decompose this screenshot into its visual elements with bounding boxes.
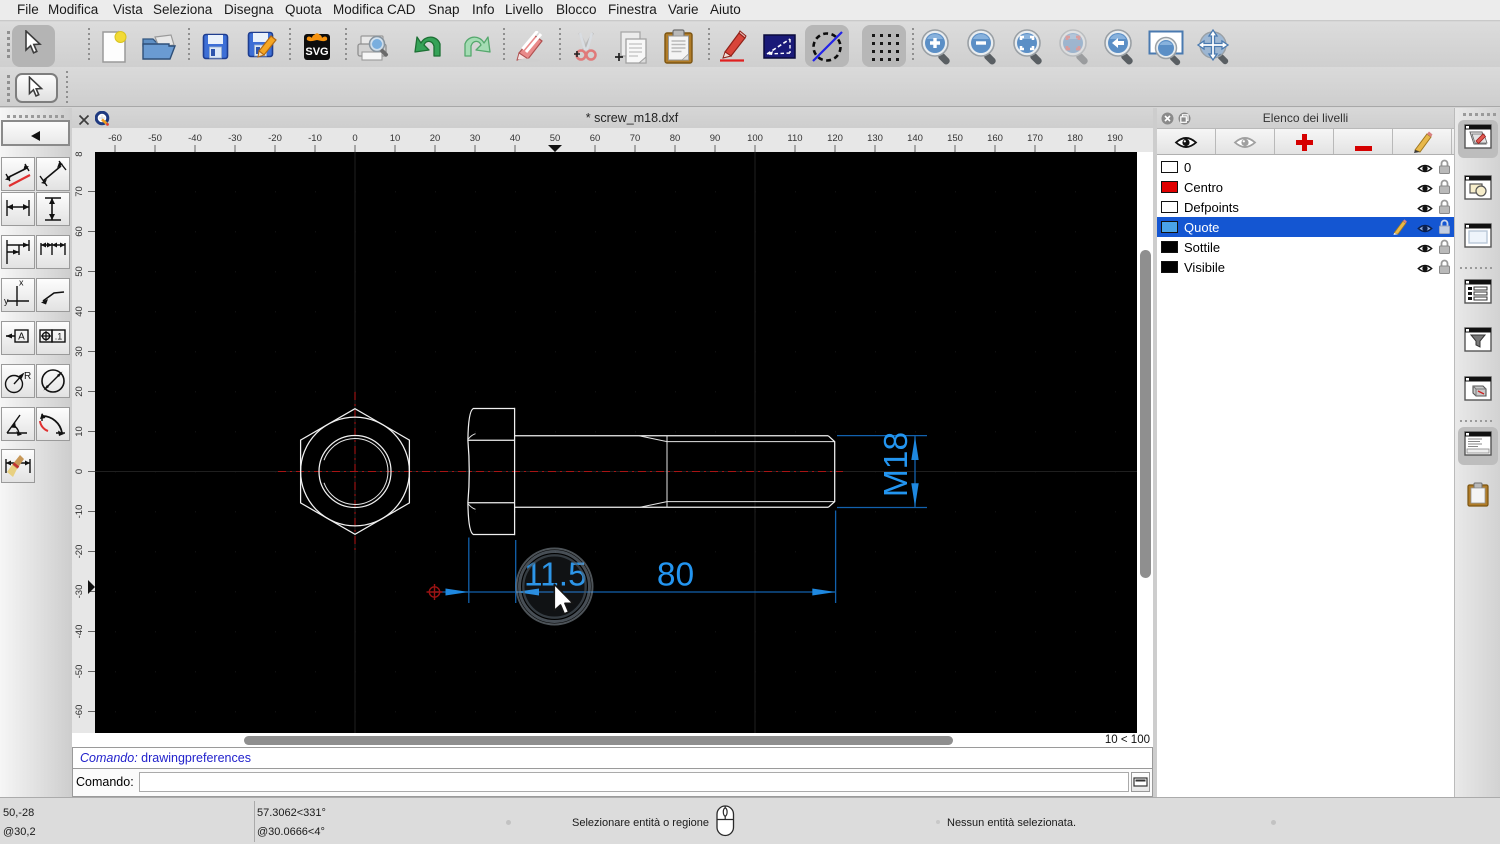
svg-text:-50: -50 — [148, 133, 162, 144]
svg-text:70: 70 — [74, 186, 85, 197]
svg-text:170: 170 — [1027, 133, 1043, 144]
svg-text:-40: -40 — [188, 133, 202, 144]
svg-text:180: 180 — [1067, 133, 1083, 144]
svg-text:60: 60 — [74, 226, 85, 237]
svg-text:x: x — [19, 280, 24, 288]
svg-text:10: 10 — [390, 133, 401, 144]
svg-text:-10: -10 — [74, 505, 85, 519]
svg-text:y: y — [4, 296, 9, 306]
svg-text:0: 0 — [74, 469, 85, 474]
svg-text:A: A — [18, 332, 25, 343]
svg-text:-20: -20 — [74, 545, 85, 559]
svg-text:-20: -20 — [268, 133, 282, 144]
svg-text:SVG: SVG — [305, 46, 328, 58]
svg-text:-60: -60 — [108, 133, 122, 144]
svg-text:R: R — [24, 371, 31, 382]
svg-text:-60: -60 — [74, 705, 85, 719]
svg-text:40: 40 — [510, 133, 521, 144]
svg-text:50: 50 — [74, 266, 85, 277]
svg-text:20: 20 — [74, 386, 85, 397]
svg-text:100: 100 — [747, 133, 763, 144]
svg-text:-40: -40 — [74, 625, 85, 639]
svg-text:10: 10 — [74, 426, 85, 437]
svg-text:M18: M18 — [878, 432, 915, 497]
svg-text:0: 0 — [352, 133, 357, 144]
svg-text:50: 50 — [550, 133, 561, 144]
svg-text:70: 70 — [630, 133, 641, 144]
svg-text:30: 30 — [470, 133, 481, 144]
svg-text:140: 140 — [907, 133, 923, 144]
svg-text:150: 150 — [947, 133, 963, 144]
svg-text:60: 60 — [590, 133, 601, 144]
svg-text:40: 40 — [74, 306, 85, 317]
svg-text:90: 90 — [710, 133, 721, 144]
svg-text:-10: -10 — [308, 133, 322, 144]
svg-text:-50: -50 — [74, 665, 85, 679]
svg-text:30: 30 — [74, 346, 85, 357]
svg-text:80: 80 — [657, 557, 694, 594]
svg-text:130: 130 — [867, 133, 883, 144]
svg-text:190: 190 — [1107, 133, 1123, 144]
svg-text:-30: -30 — [228, 133, 242, 144]
svg-text:120: 120 — [827, 133, 843, 144]
svg-text:80: 80 — [670, 133, 681, 144]
svg-text:80: 80 — [74, 152, 85, 157]
svg-text:160: 160 — [987, 133, 1003, 144]
svg-text:110: 110 — [787, 133, 802, 144]
svg-text:-30: -30 — [74, 585, 85, 599]
svg-text:20: 20 — [430, 133, 441, 144]
svg-text:.1: .1 — [55, 332, 63, 342]
